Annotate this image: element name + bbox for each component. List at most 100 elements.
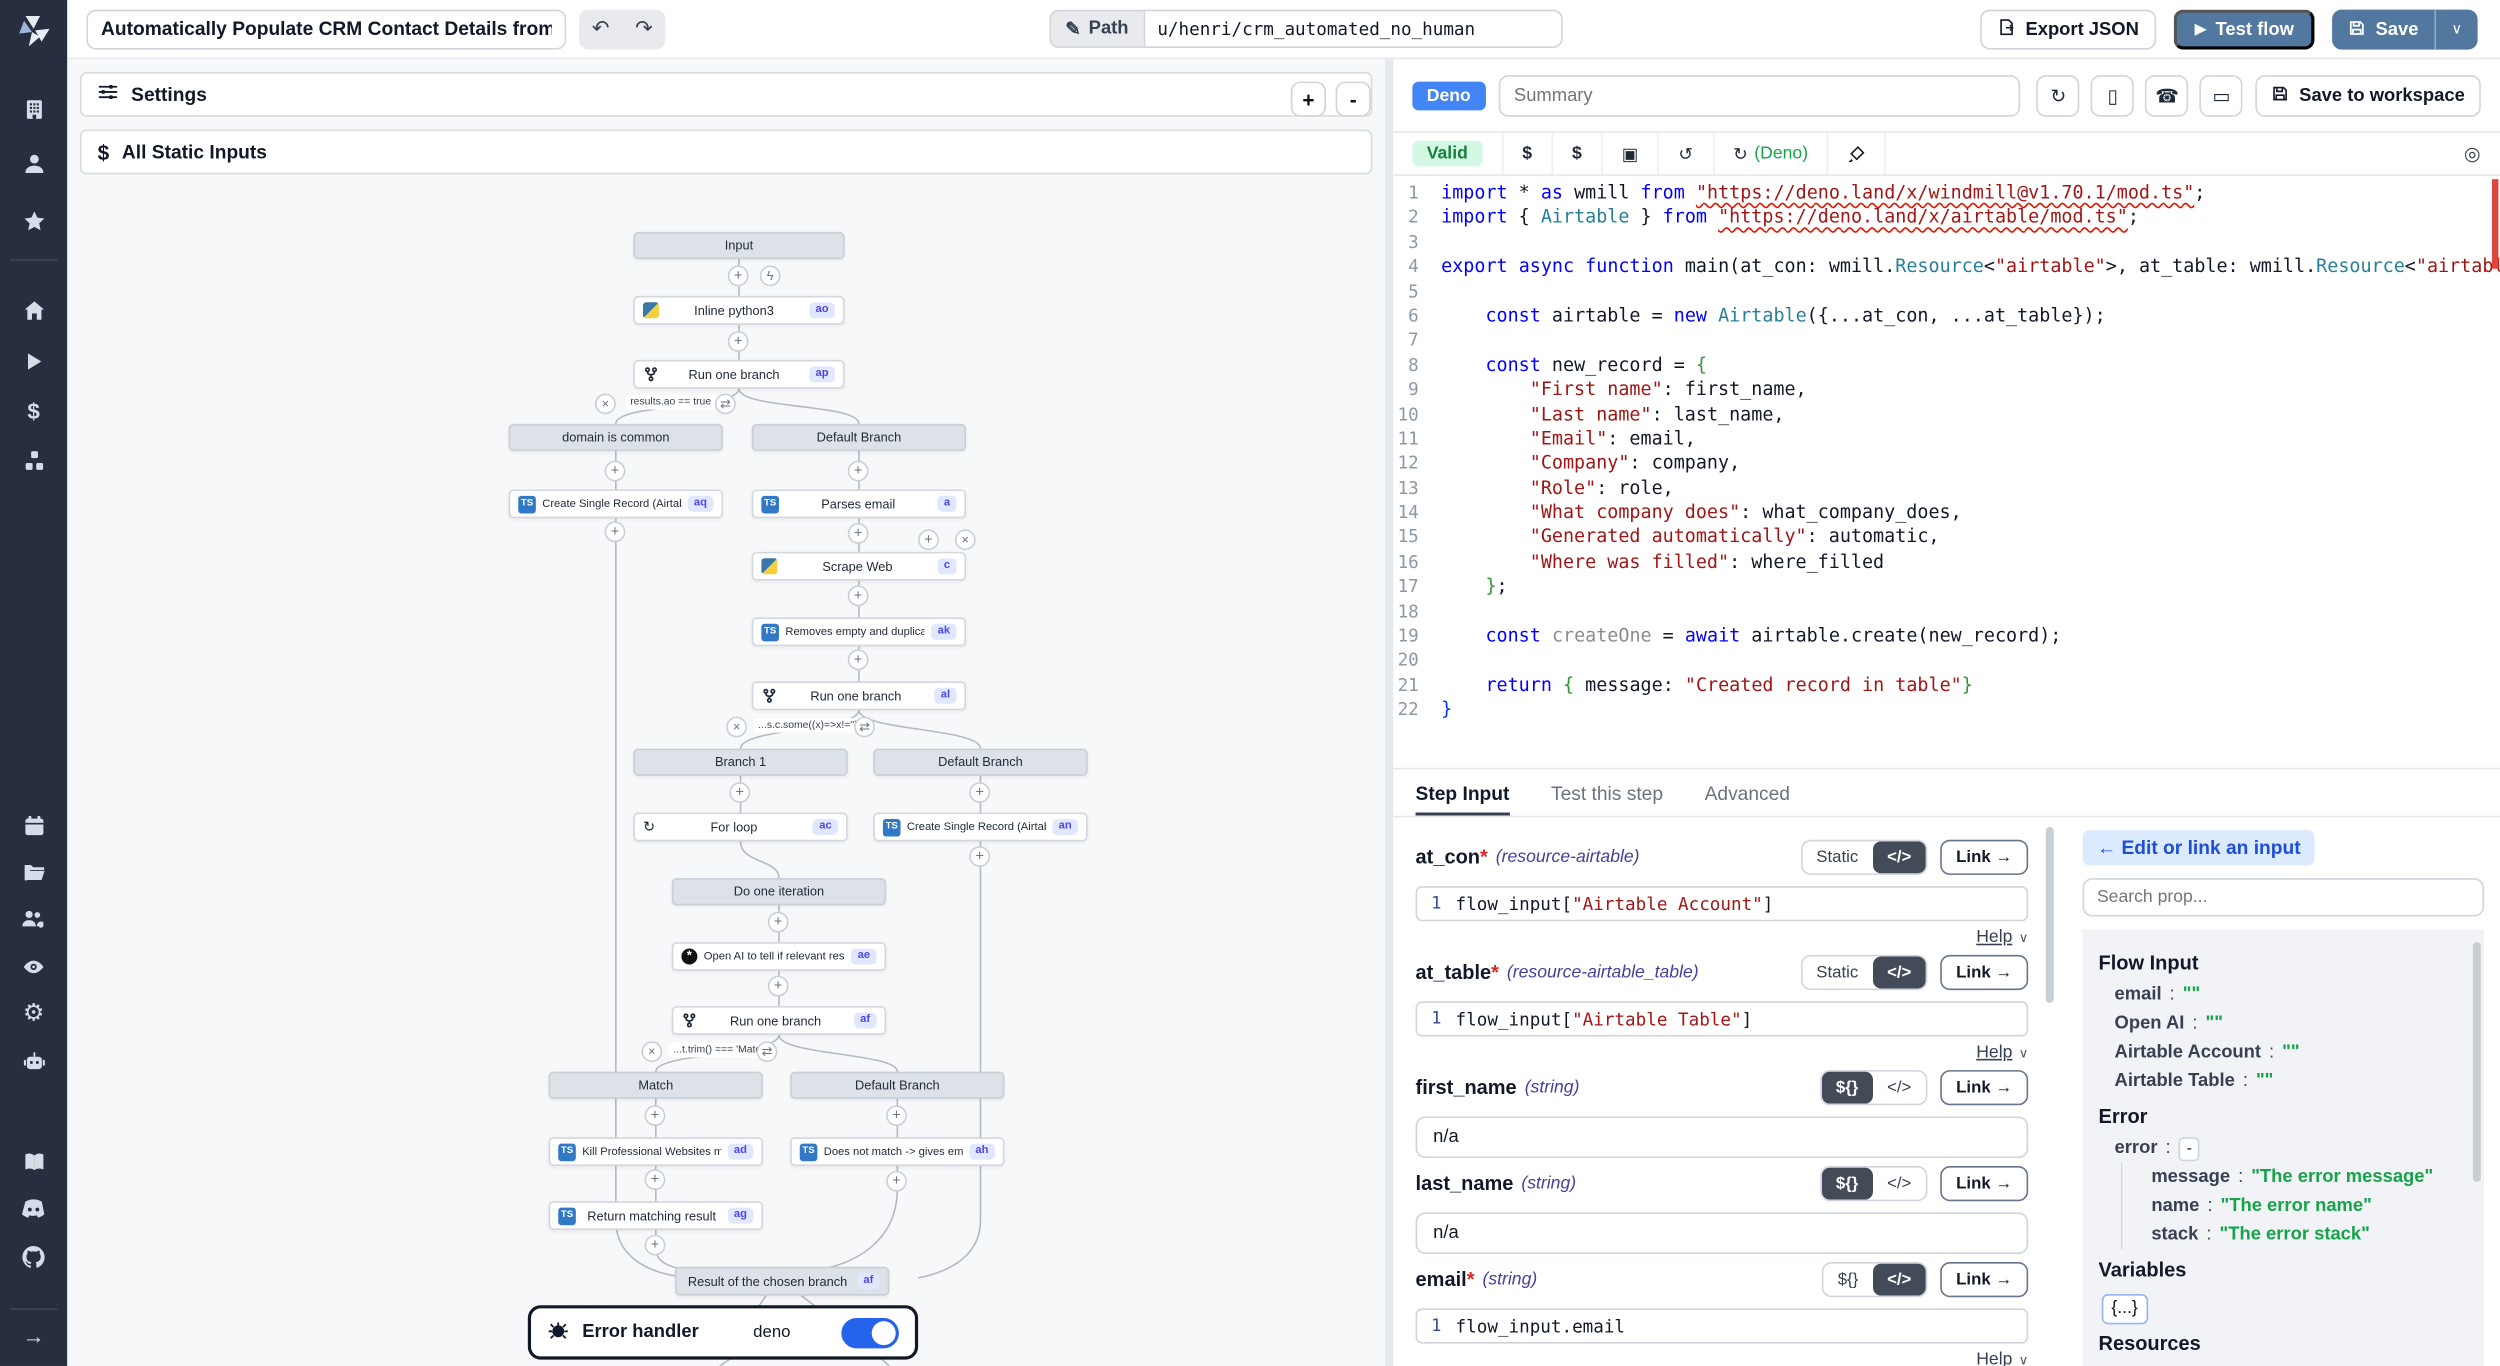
branch-header[interactable]: Branch 1 — [633, 749, 847, 776]
link-button[interactable]: Link → — [1940, 840, 2028, 875]
insert-step-button[interactable]: + — [886, 1105, 907, 1126]
workers-icon[interactable] — [0, 1048, 67, 1074]
phone-icon[interactable]: ☎ — [2146, 74, 2189, 116]
sleep-icon[interactable]: ▭ — [2200, 74, 2243, 116]
code-line[interactable]: 4export async function main(at_con: wmil… — [1393, 255, 2500, 280]
favorites-icon[interactable] — [0, 208, 67, 234]
reload-lang-button[interactable]: ↻(Deno) — [1714, 133, 1829, 175]
groups-icon[interactable] — [0, 905, 67, 931]
code-line[interactable]: 10 "Last name": last_name, — [1393, 402, 2500, 427]
tree-scrollbar[interactable] — [2473, 942, 2481, 1182]
code-line[interactable]: 2import { Airtable } from "https://deno.… — [1393, 205, 2500, 230]
undo-button[interactable]: ↶ — [579, 9, 622, 49]
insert-step-button[interactable]: + — [848, 649, 869, 670]
schedules-icon[interactable] — [0, 813, 67, 839]
code-line[interactable]: 11 "Email": email, — [1393, 427, 2500, 452]
insert-step-button[interactable]: + — [969, 782, 990, 803]
insert-step-button[interactable]: + — [645, 1105, 666, 1126]
collapse-icon[interactable]: → — [0, 1323, 67, 1349]
library-icon[interactable]: ▣ — [1603, 133, 1660, 175]
error-handler-node[interactable]: Error handler deno — [528, 1305, 918, 1359]
insert-step-button[interactable]: + — [969, 846, 990, 867]
flow-step-node[interactable]: TSReturn matching resultag — [549, 1201, 763, 1230]
help-link[interactable]: Help — [1976, 928, 2012, 947]
runs-icon[interactable] — [0, 349, 67, 375]
trigger-bolt-icon[interactable]: ϟ — [760, 266, 781, 287]
insert-step-button[interactable]: + — [645, 1169, 666, 1190]
code-line[interactable]: 12 "Company": company, — [1393, 452, 2500, 477]
prop-row[interactable]: Airtable Account:"" — [2099, 1038, 2468, 1067]
zoom-in-button[interactable]: + — [1291, 82, 1326, 117]
save-to-workspace-button[interactable]: Save to workspace — [2256, 74, 2481, 116]
code-line[interactable]: 22} — [1393, 698, 2500, 723]
search-prop-input[interactable] — [2083, 878, 2484, 916]
flow-virtual-node[interactable]: Input — [633, 232, 844, 259]
code-line[interactable]: 6 const airtable = new Airtable({...at_c… — [1393, 304, 2500, 329]
flow-step-node[interactable]: *Open AI to tell if relevant resultae — [672, 942, 886, 971]
insert-step-button[interactable]: + — [605, 521, 626, 542]
prop-row[interactable]: Airtable Table:"" — [2099, 1067, 2468, 1096]
flow-step-node[interactable]: TSCreate Single Record (Airtable)aq — [509, 489, 723, 518]
branch-header[interactable]: Default Branch — [873, 749, 1087, 776]
format-icon[interactable] — [1829, 133, 1887, 175]
discord-icon[interactable] — [0, 1196, 67, 1222]
first_name-input[interactable]: n/a — [1416, 1116, 2029, 1158]
redo-button[interactable]: ↷ — [622, 9, 665, 49]
flow-step-node[interactable]: Inline python3ao — [633, 296, 844, 325]
field-expression-editor[interactable]: 1flow_input["Airtable Table"] — [1416, 1001, 2029, 1036]
code-line[interactable]: 15 "Generated automatically": automatic, — [1393, 525, 2500, 550]
code-line[interactable]: 19 const createOne = await airtable.crea… — [1393, 624, 2500, 649]
remove-node-icon[interactable]: × — [955, 529, 976, 550]
assets-icon[interactable]: $ — [1503, 133, 1553, 175]
settings-icon[interactable]: ⚙ — [0, 1000, 67, 1026]
move-node-icon[interactable]: + — [918, 529, 939, 550]
test-flow-button[interactable]: ▶ Test flow — [2174, 10, 2315, 50]
branch-header[interactable]: domain is common — [509, 424, 723, 451]
flow-step-node[interactable]: ↻For loopac — [633, 813, 847, 842]
insert-step-button[interactable]: + — [768, 912, 789, 933]
flow-step-node[interactable]: TSRemoves empty and duplicatesak — [752, 617, 966, 646]
prop-row[interactable]: message:"The error message" — [2135, 1163, 2468, 1192]
flow-step-node[interactable]: Run one branchal — [752, 681, 966, 710]
code-line[interactable]: 9 "First name": first_name, — [1393, 378, 2500, 403]
diff-icon[interactable]: ◎ — [2464, 142, 2481, 164]
code-line[interactable]: 5 — [1393, 279, 2500, 304]
all-static-inputs-button[interactable]: $ All Static Inputs — [80, 130, 1372, 175]
settings-button[interactable]: Settings — [80, 72, 1372, 117]
home-icon[interactable] — [0, 298, 67, 324]
insert-step-button[interactable]: + — [848, 585, 869, 606]
swap-branch-icon[interactable]: ⇄ — [854, 717, 875, 738]
static-mode-button[interactable]: Static — [1802, 957, 1873, 989]
flow-step-node[interactable]: TSDoes not match -> gives empty valueah — [790, 1137, 1004, 1166]
windmill-logo-icon[interactable] — [0, 8, 67, 53]
tab-test-this-step[interactable]: Test this step — [1551, 782, 1663, 816]
branch-header[interactable]: Match — [549, 1072, 763, 1099]
prop-row[interactable]: Open AI:"" — [2099, 1009, 2468, 1038]
edit-or-link-button[interactable]: ← Edit or link an input — [2083, 830, 2315, 865]
workspace-icon[interactable] — [0, 96, 67, 122]
tab-advanced[interactable]: Advanced — [1705, 782, 1790, 816]
prop-row[interactable]: {...} — [2102, 1294, 2468, 1323]
insert-step-button[interactable]: + — [605, 461, 626, 482]
code-line[interactable]: 16 "Where was filled": where_filled — [1393, 550, 2500, 575]
resources-icon[interactable] — [0, 448, 67, 474]
code-mode-button[interactable]: </> — [1873, 1072, 1926, 1104]
link-button[interactable]: Link → — [1940, 1070, 2028, 1105]
link-button[interactable]: Link → — [1940, 955, 2028, 990]
user-icon[interactable] — [0, 150, 67, 176]
insert-step-button[interactable]: + — [728, 266, 749, 287]
code-line[interactable]: 3 — [1393, 230, 2500, 255]
folders-icon[interactable] — [0, 859, 67, 885]
flow-virtual-node[interactable]: Result of the chosen branchaf — [675, 1267, 889, 1296]
help-link[interactable]: Help — [1976, 1350, 2012, 1366]
branch-header[interactable]: Default Branch — [790, 1072, 1004, 1099]
save-dropdown-button[interactable]: ∨ — [2436, 10, 2478, 50]
code-line[interactable]: 18 — [1393, 599, 2500, 624]
stop-condition-icon[interactable]: × — [595, 393, 616, 414]
insert-step-button[interactable]: + — [768, 976, 789, 997]
static-mode-button[interactable]: ${} — [1821, 1072, 1872, 1104]
branch-header[interactable]: Default Branch — [752, 424, 966, 451]
code-line[interactable]: 8 const new_record = { — [1393, 353, 2500, 378]
restart-icon[interactable]: ↻ — [2037, 74, 2080, 116]
code-line[interactable]: 7 — [1393, 328, 2500, 353]
